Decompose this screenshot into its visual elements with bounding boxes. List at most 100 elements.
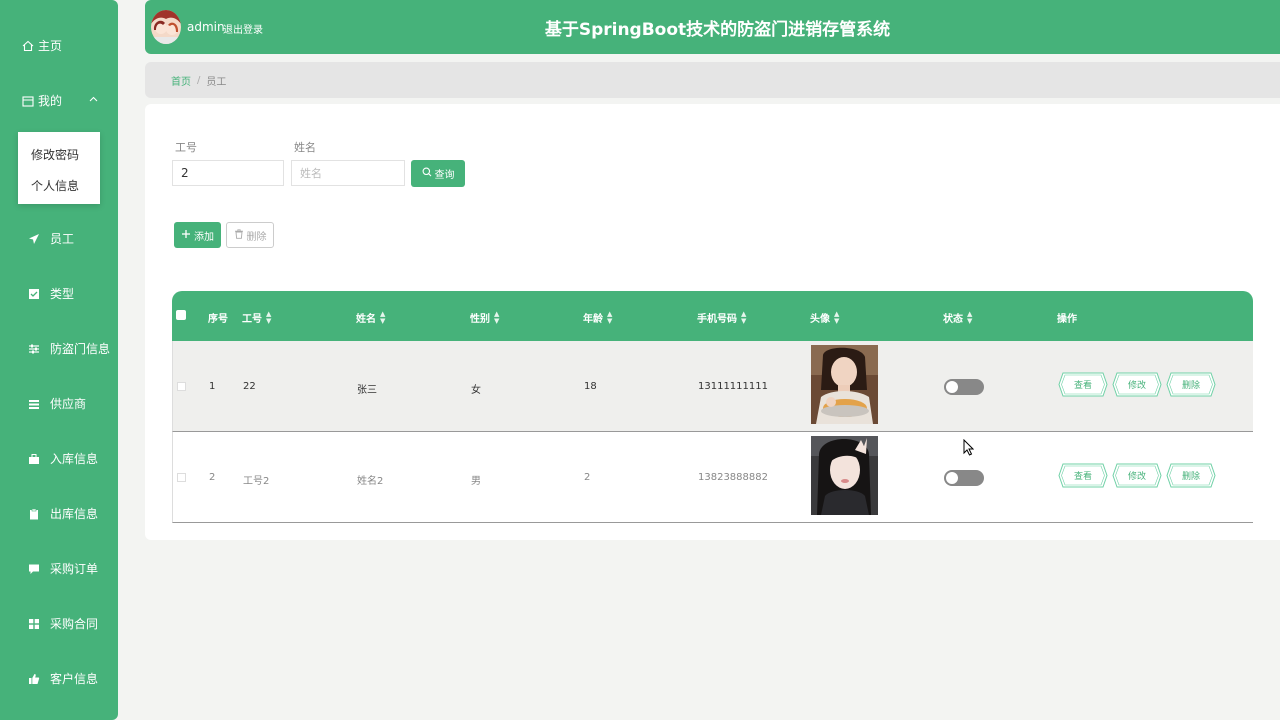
cell-employee-id: 22 xyxy=(243,381,256,392)
view-button[interactable]: 查看 xyxy=(1058,463,1108,488)
row-checkbox[interactable] xyxy=(177,382,186,391)
sidebar-item-label: 采购合同 xyxy=(50,617,99,631)
page-title: 基于SpringBoot技术的防盗门进销存管系统 xyxy=(544,20,891,40)
chevron-up-icon[interactable] xyxy=(89,94,98,105)
search-button-label: 查询 xyxy=(434,170,455,181)
sidebar-item-purchase-order[interactable]: 采购订单 xyxy=(28,560,98,577)
sort-icon: ▲ ▼ xyxy=(607,309,613,325)
cell-phone: 13823888882 xyxy=(698,472,768,483)
search-icon xyxy=(422,167,432,180)
search-button[interactable]: 查询 xyxy=(411,160,465,187)
sidebar-item-customer[interactable]: 客户信息 xyxy=(28,670,98,687)
submenu-item-change-password[interactable]: 修改密码 xyxy=(31,146,79,163)
col-status[interactable]: 状态 ▲ ▼ xyxy=(943,310,972,325)
view-button[interactable]: 查看 xyxy=(1058,372,1108,397)
col-name[interactable]: 姓名 ▲ ▼ xyxy=(356,310,385,325)
status-toggle[interactable] xyxy=(944,470,984,486)
sidebar-item-type[interactable]: 类型 xyxy=(28,285,74,302)
col-index: 序号 xyxy=(208,314,228,325)
delete-row-button[interactable]: 删除 xyxy=(1166,463,1216,488)
submenu-mine: 修改密码 个人信息 xyxy=(18,132,100,204)
sidebar-item-door-info[interactable]: 防盗门信息 xyxy=(28,340,110,357)
sidebar-item-label: 供应商 xyxy=(50,397,87,411)
edit-button[interactable]: 修改 xyxy=(1112,463,1162,488)
cell-index: 1 xyxy=(209,381,216,392)
add-button-label: 添加 xyxy=(194,231,214,243)
submenu-item-profile[interactable]: 个人信息 xyxy=(31,177,79,194)
sidebar-item-home[interactable]: 主页 xyxy=(22,37,62,54)
select-all-checkbox[interactable] xyxy=(176,310,186,320)
table-row: 2 工号2 姓名2 男 2 13823888882 查看 修改 删除 xyxy=(172,432,1253,523)
sidebar-item-purchase-contract[interactable]: 采购合同 xyxy=(28,615,98,632)
col-gender[interactable]: 性别 ▲ ▼ xyxy=(470,310,499,325)
delete-row-button[interactable]: 删除 xyxy=(1166,372,1216,397)
cell-phone: 13111111111 xyxy=(698,381,768,392)
col-age[interactable]: 年龄 ▲ ▼ xyxy=(583,310,612,325)
delete-button[interactable]: 删除 xyxy=(226,222,274,248)
edit-button-label: 修改 xyxy=(1127,381,1146,391)
sliders-icon xyxy=(28,343,40,355)
grid-icon xyxy=(28,618,40,630)
table-row: 1 22 张三 女 18 13111111111 查看 修改 删除 xyxy=(172,341,1253,432)
sidebar-item-label: 出库信息 xyxy=(50,507,99,521)
comment-icon xyxy=(28,563,40,575)
paper-plane-icon xyxy=(28,233,40,245)
employee-table: 序号 工号 ▲ ▼ 姓名 ▲ ▼ 性别 ▲ ▼ 年龄 ▲ ▼ 手机号码 ▲ ▼ 头像 ▲ ▼ 状态 ▲ ▼ … xyxy=(172,291,1253,523)
main-content: 工号 姓名 2 姓名 查询 添加 删除 序号 工号 ▲ ▼ 姓名 ▲ ▼ 性别 ▲ ▼ 年龄… xyxy=(145,104,1280,540)
clipboard-icon xyxy=(28,508,40,520)
breadcrumb-home[interactable]: 首页 xyxy=(171,73,191,88)
sidebar-item-outbound[interactable]: 出库信息 xyxy=(28,505,98,522)
cell-gender: 女 xyxy=(471,385,481,396)
breadcrumb-current: 员工 xyxy=(206,76,227,88)
label-name: 姓名 xyxy=(294,141,316,154)
table-header: 序号 工号 ▲ ▼ 姓名 ▲ ▼ 性别 ▲ ▼ 年龄 ▲ ▼ 手机号码 ▲ ▼ 头像 ▲ ▼ 状态 ▲ ▼ … xyxy=(172,291,1253,341)
cell-name: 姓名2 xyxy=(357,476,384,487)
row-checkbox[interactable] xyxy=(177,473,186,482)
status-toggle[interactable] xyxy=(944,379,984,395)
sidebar-item-label: 客户信息 xyxy=(50,672,99,686)
sidebar-item-mine[interactable]: 我的 xyxy=(22,92,62,109)
view-button-label: 查看 xyxy=(1073,472,1092,482)
delete-button-label: 删除 xyxy=(246,231,267,243)
add-button[interactable]: 添加 xyxy=(174,222,221,248)
sort-icon: ▲ ▼ xyxy=(834,309,840,325)
sidebar-item-label: 采购订单 xyxy=(50,562,99,576)
sort-icon: ▲ ▼ xyxy=(494,309,500,325)
employee-photo[interactable] xyxy=(811,436,878,515)
employee-photo[interactable] xyxy=(811,345,878,424)
calendar-icon xyxy=(22,95,34,107)
col-employee-id[interactable]: 工号 ▲ ▼ xyxy=(242,310,271,325)
sidebar-item-label: 员工 xyxy=(50,232,75,246)
sidebar-item-label: 防盗门信息 xyxy=(50,342,111,356)
thumbs-up-icon xyxy=(28,673,40,685)
col-actions: 操作 xyxy=(1057,314,1077,325)
cell-age: 2 xyxy=(584,472,591,483)
cell-gender: 男 xyxy=(471,476,481,487)
top-header: admin 退出登录 基于SpringBoot技术的防盗门进销存管系统 xyxy=(145,0,1280,54)
briefcase-icon xyxy=(28,453,40,465)
sidebar-item-supplier[interactable]: 供应商 xyxy=(28,395,86,412)
cell-name: 张三 xyxy=(357,385,377,396)
employee-id-input[interactable]: 2 xyxy=(172,160,284,186)
col-avatar[interactable]: 头像 ▲ ▼ xyxy=(810,310,839,325)
sidebar-item-label: 主页 xyxy=(38,39,63,53)
delete-row-button-label: 删除 xyxy=(1181,381,1200,391)
label-employee-id: 工号 xyxy=(175,141,197,154)
home-icon xyxy=(22,40,34,52)
col-phone[interactable]: 手机号码 ▲ ▼ xyxy=(697,310,746,325)
sidebar: 主页 我的 员工 类型 防盗门信息 供应商 入库信息 出库信息 采购订单 采购合… xyxy=(0,0,118,720)
view-button-label: 查看 xyxy=(1073,381,1092,391)
sort-icon: ▲ ▼ xyxy=(967,309,973,325)
mouse-cursor-icon xyxy=(963,438,975,459)
sort-icon: ▲ ▼ xyxy=(380,309,386,325)
breadcrumb-separator: / xyxy=(197,74,201,86)
sidebar-item-inbound[interactable]: 入库信息 xyxy=(28,450,98,467)
sort-icon: ▲ ▼ xyxy=(266,309,272,325)
edit-button[interactable]: 修改 xyxy=(1112,372,1162,397)
sidebar-item-staff[interactable]: 员工 xyxy=(28,230,74,247)
sidebar-item-label: 我的 xyxy=(38,94,63,108)
cell-employee-id: 工号2 xyxy=(243,476,270,487)
cell-age: 18 xyxy=(584,381,597,392)
name-input[interactable]: 姓名 xyxy=(291,160,405,186)
list-icon xyxy=(28,398,40,410)
